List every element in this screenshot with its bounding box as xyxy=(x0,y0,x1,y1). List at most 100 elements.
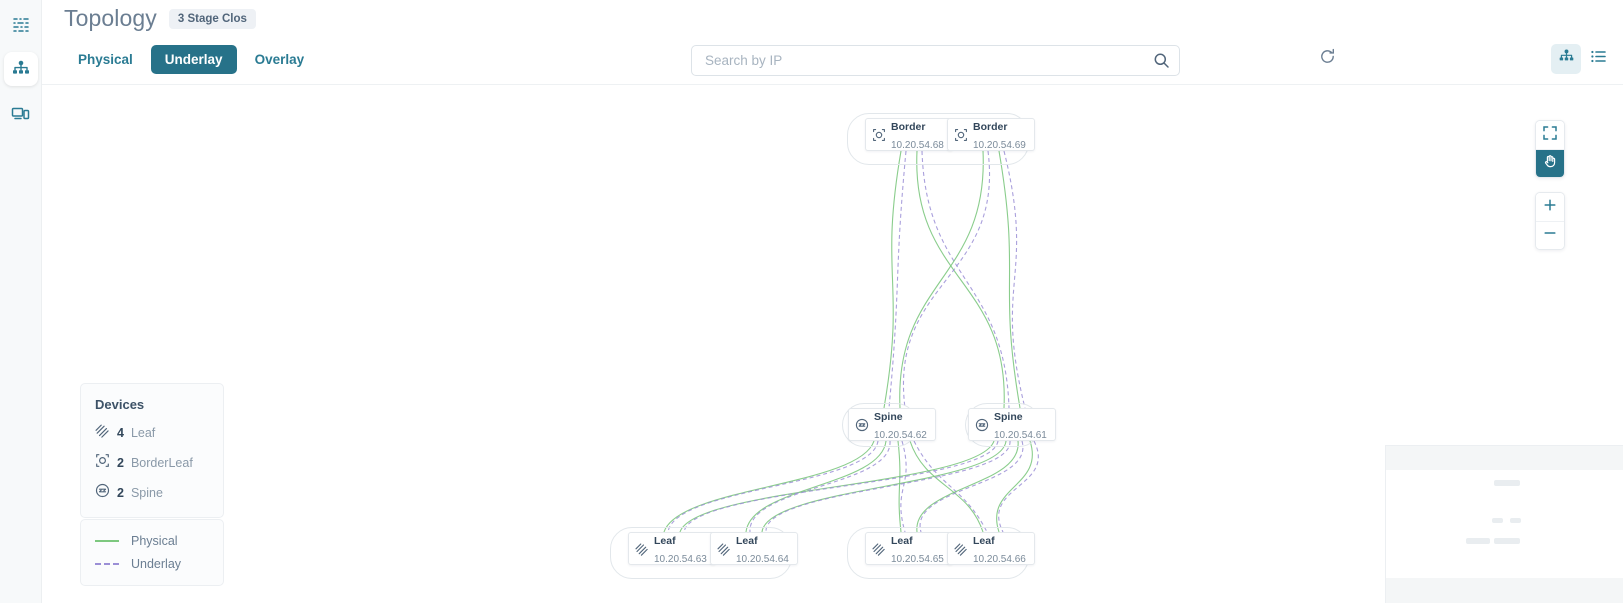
expand-icon xyxy=(1543,125,1557,145)
search-icon[interactable] xyxy=(1151,50,1172,71)
zoom-out-button[interactable] xyxy=(1536,221,1564,249)
legend-item-leaf: 4 Leaf xyxy=(95,423,209,443)
legend-item-borderleaf: 2 BorderLeaf xyxy=(95,453,209,473)
node-type: Leaf xyxy=(973,534,995,547)
node-type: Border xyxy=(973,120,1008,133)
node-spine-10-20-54-62[interactable]: Spine 10.20.54.62 xyxy=(848,408,936,441)
minimap-viewport[interactable] xyxy=(1386,470,1623,578)
zoom-in-button[interactable] xyxy=(1536,193,1564,221)
tab-physical[interactable]: Physical xyxy=(64,45,147,74)
node-type: Leaf xyxy=(736,534,758,547)
tab-underlay[interactable]: Underlay xyxy=(150,45,237,74)
leaf-icon xyxy=(95,423,110,443)
node-type: Leaf xyxy=(891,534,913,547)
underlay-link-swatch xyxy=(95,563,119,565)
minimap-node xyxy=(1494,480,1520,486)
legend-label: Underlay xyxy=(131,557,182,571)
plus-icon xyxy=(1543,198,1557,217)
legend-count: 2 xyxy=(117,486,124,500)
list-view-button[interactable] xyxy=(1583,44,1613,74)
legend-count: 2 xyxy=(117,456,124,470)
canvas-zoom-controls xyxy=(1535,120,1565,264)
topology-icon xyxy=(11,59,31,79)
view-tabs: Physical Underlay Overlay xyxy=(64,45,318,74)
legend-label: Physical xyxy=(131,534,178,548)
node-border-10-20-54-68[interactable]: Border 10.20.54.68 xyxy=(865,118,953,151)
spine-icon xyxy=(975,418,989,432)
borderleaf-icon xyxy=(872,128,886,142)
tab-overlay[interactable]: Overlay xyxy=(241,45,319,74)
spine-icon xyxy=(855,418,869,432)
node-labels: Border 10.20.54.69 xyxy=(973,117,1026,153)
grid-dots-icon xyxy=(12,16,30,34)
topology-type-badge: 3 Stage Clos xyxy=(168,8,256,29)
node-leaf-10-20-54-63[interactable]: Leaf 10.20.54.63 xyxy=(628,532,716,565)
legend-label: Spine xyxy=(130,486,163,500)
physical-link-swatch xyxy=(95,540,119,542)
pan-fit-group xyxy=(1535,120,1565,178)
devices-legend-panel: Devices 4 Leaf 2 BorderLeaf 2 Spine xyxy=(80,383,224,518)
node-ip: 10.20.54.64 xyxy=(736,553,789,565)
legend-item-spine: 2 Spine xyxy=(95,483,209,503)
legend-label: Leaf xyxy=(130,426,156,440)
sidebar-item-dashboard[interactable] xyxy=(4,8,38,42)
node-labels: Spine 10.20.54.61 xyxy=(994,407,1047,443)
legend-item-physical-link: Physical xyxy=(95,534,209,548)
node-labels: Leaf 10.20.54.63 xyxy=(654,531,707,567)
topology-icon xyxy=(1558,48,1575,70)
leaf-icon xyxy=(635,542,649,556)
node-spine-10-20-54-61[interactable]: Spine 10.20.54.61 xyxy=(968,408,1056,441)
minimap-node xyxy=(1466,538,1490,544)
hand-icon xyxy=(1543,154,1557,173)
node-type: Border xyxy=(891,120,926,133)
node-border-10-20-54-69[interactable]: Border 10.20.54.69 xyxy=(947,118,1035,151)
page-header: Topology 3 Stage Clos Physical Underlay … xyxy=(42,0,1623,85)
node-ip: 10.20.54.63 xyxy=(654,553,707,565)
devices-icon xyxy=(11,104,30,123)
node-labels: Border 10.20.54.68 xyxy=(891,117,944,153)
list-icon xyxy=(1590,48,1607,70)
topology-view-button[interactable] xyxy=(1551,44,1581,74)
refresh-icon xyxy=(1319,48,1336,70)
leaf-icon xyxy=(872,542,886,556)
fit-screen-button[interactable] xyxy=(1536,121,1564,149)
search-container xyxy=(691,45,1180,76)
search-input[interactable] xyxy=(691,45,1180,76)
node-leaf-10-20-54-65[interactable]: Leaf 10.20.54.65 xyxy=(865,532,953,565)
node-type: Leaf xyxy=(654,534,676,547)
legend-item-underlay-link: Underlay xyxy=(95,557,209,571)
node-labels: Leaf 10.20.54.66 xyxy=(973,531,1026,567)
node-ip: 10.20.54.68 xyxy=(891,139,944,151)
sidebar-item-topology[interactable] xyxy=(3,52,38,86)
node-labels: Spine 10.20.54.62 xyxy=(874,407,927,443)
node-ip: 10.20.54.69 xyxy=(973,139,1026,151)
node-ip: 10.20.54.62 xyxy=(874,429,927,441)
borderleaf-icon xyxy=(95,453,110,473)
left-nav-rail xyxy=(0,0,42,603)
legend-label: BorderLeaf xyxy=(130,456,193,470)
borderleaf-icon xyxy=(954,128,968,142)
pan-button[interactable] xyxy=(1536,149,1564,177)
refresh-button[interactable] xyxy=(1313,45,1341,73)
node-type: Spine xyxy=(994,410,1023,423)
devices-legend-title: Devices xyxy=(95,397,145,412)
sidebar-item-devices[interactable] xyxy=(4,96,38,130)
node-type: Spine xyxy=(874,410,903,423)
view-mode-toggle xyxy=(1551,44,1613,74)
leaf-icon xyxy=(954,542,968,556)
node-labels: Leaf 10.20.54.64 xyxy=(736,531,789,567)
node-ip: 10.20.54.66 xyxy=(973,553,1026,565)
title-row: Topology 3 Stage Clos xyxy=(64,5,256,32)
node-ip: 10.20.54.65 xyxy=(891,553,944,565)
leaf-icon xyxy=(717,542,731,556)
minimap-node xyxy=(1510,518,1521,523)
minimap-node xyxy=(1492,518,1503,523)
minus-icon xyxy=(1543,226,1557,245)
minimap-panel[interactable] xyxy=(1385,445,1623,603)
page-title: Topology xyxy=(64,5,157,31)
legend-count: 4 xyxy=(117,426,124,440)
node-leaf-10-20-54-64[interactable]: Leaf 10.20.54.64 xyxy=(710,532,798,565)
topology-canvas[interactable]: Border 10.20.54.68 Border 10.20.54.69 Sp… xyxy=(42,85,1623,603)
topology-app: Topology 3 Stage Clos Physical Underlay … xyxy=(0,0,1623,603)
node-leaf-10-20-54-66[interactable]: Leaf 10.20.54.66 xyxy=(947,532,1035,565)
